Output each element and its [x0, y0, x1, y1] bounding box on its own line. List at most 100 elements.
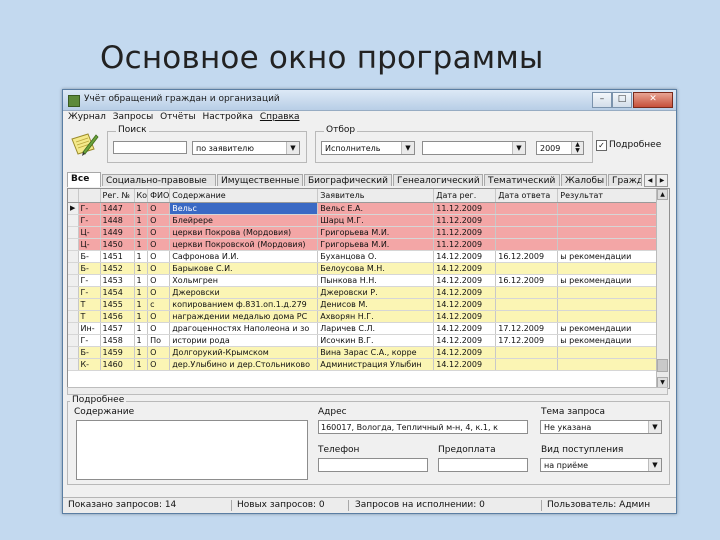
cell-answer-date[interactable]: 17.12.2009	[495, 334, 559, 347]
cell-type[interactable]: К-	[78, 358, 101, 371]
table-row[interactable]: Г- 1458 1 По истории рода Исочкин В.Г. 14.12.2…	[68, 334, 659, 347]
cell-type[interactable]: Ц-	[78, 226, 101, 239]
cell-applicant[interactable]: Денисов М.	[317, 298, 435, 311]
detail-checkbox[interactable]: ✓	[596, 140, 607, 151]
cell-regnum[interactable]: 1456	[100, 310, 135, 323]
cell-fio[interactable]: О	[147, 358, 171, 371]
phone-field[interactable]	[318, 458, 428, 472]
cell-type[interactable]: Т	[78, 298, 101, 311]
cell-fio[interactable]: О	[147, 262, 171, 275]
cell-applicant[interactable]: Вельс Е.А.	[317, 202, 435, 215]
cell-reg-date[interactable]: 11.12.2009	[433, 226, 497, 239]
title-bar[interactable]: Учёт обращений граждан и организаций – □…	[63, 90, 676, 111]
cell-type[interactable]: Б-	[78, 346, 101, 359]
cell-reg-date[interactable]: 14.12.2009	[433, 286, 497, 299]
tab-complaints[interactable]: Жалобы	[561, 174, 607, 186]
cell-answer-date[interactable]	[495, 238, 559, 251]
cell-result[interactable]	[557, 298, 659, 311]
table-row[interactable]: Ин- 1457 1 Одрагоценностях Наполеона и зо Ла…	[68, 322, 659, 335]
row-indicator[interactable]	[68, 346, 79, 359]
cell-applicant[interactable]: Григорьева М.И.	[317, 226, 435, 239]
cell-regnum[interactable]: 1452	[100, 262, 135, 275]
cell-result[interactable]	[557, 310, 659, 323]
cell-applicant[interactable]: Григорьева М.И.	[317, 238, 435, 251]
cell-reg-date[interactable]: 14.12.2009	[433, 358, 497, 371]
cell-fio[interactable]: О	[147, 346, 171, 359]
row-indicator[interactable]	[68, 358, 79, 371]
menu-reports[interactable]: Отчёты	[156, 111, 196, 122]
cell-answer-date[interactable]: 16.12.2009	[495, 274, 559, 287]
cell-reg-date[interactable]: 11.12.2009	[433, 238, 497, 251]
table-row[interactable]: Г- 1454 1 О Джеровски Джеровски Р. 14.12.2009	[68, 286, 659, 299]
cell-answer-date[interactable]	[495, 286, 559, 299]
cell-result[interactable]	[557, 262, 659, 275]
menu-help[interactable]: Справка	[256, 111, 300, 122]
row-indicator[interactable]	[68, 286, 79, 299]
cell-type[interactable]: Г-	[78, 334, 101, 347]
topic-select[interactable]: Не указана ▼	[540, 420, 662, 434]
cell-applicant[interactable]: Буханцова О.	[317, 250, 435, 263]
cell-count[interactable]: 1	[134, 358, 149, 371]
menu-settings[interactable]: Настройка	[199, 111, 254, 122]
cell-regnum[interactable]: 1458	[100, 334, 135, 347]
table-row[interactable]: Б- 1459 1 О Долгорукий-Крымском Вина Зарас С.…	[68, 346, 659, 359]
tab-all[interactable]: Все	[67, 172, 101, 187]
table-row[interactable]: Б- 1451 1 О Сафронова И.И. Буханцова О. 14.12.…	[68, 250, 659, 263]
cell-count[interactable]: 1	[134, 214, 149, 227]
row-indicator[interactable]	[68, 334, 79, 347]
cell-content[interactable]: Вельс	[169, 202, 319, 215]
cell-result[interactable]	[557, 286, 659, 299]
cell-count[interactable]: 1	[134, 322, 149, 335]
cell-applicant[interactable]: Джеровски Р.	[317, 286, 435, 299]
cell-reg-date[interactable]: 14.12.2009	[433, 322, 497, 335]
cell-regnum[interactable]: 1457	[100, 322, 135, 335]
filter-value-select[interactable]: ▼	[422, 141, 526, 155]
cell-type[interactable]: Б-	[78, 262, 101, 275]
cell-count[interactable]: 1	[134, 346, 149, 359]
receipt-select[interactable]: на приёме ▼	[540, 458, 662, 472]
notepad-pencil-icon[interactable]	[69, 130, 99, 158]
close-button[interactable]: ✕	[633, 92, 673, 108]
cell-applicant[interactable]: Исочкин В.Г.	[317, 334, 435, 347]
cell-content[interactable]: награждении медалью дома РС	[169, 310, 319, 323]
row-indicator[interactable]	[68, 310, 79, 323]
cell-regnum[interactable]: 1459	[100, 346, 135, 359]
cell-fio[interactable]: О	[147, 238, 171, 251]
cell-answer-date[interactable]: 16.12.2009	[495, 250, 559, 263]
cell-regnum[interactable]: 1449	[100, 226, 135, 239]
cell-regnum[interactable]: 1451	[100, 250, 135, 263]
cell-applicant[interactable]: Белоусова М.Н.	[317, 262, 435, 275]
column-header-reg-date[interactable]: Дата рег.	[433, 189, 497, 203]
cell-content[interactable]: Долгорукий-Крымском	[169, 346, 319, 359]
column-header-count[interactable]: Ко	[134, 189, 149, 203]
tab-citizens[interactable]: Граждане	[608, 174, 642, 186]
cell-regnum[interactable]: 1448	[100, 214, 135, 227]
cell-fio[interactable]: По	[147, 334, 171, 347]
cell-fio[interactable]: О	[147, 286, 171, 299]
cell-count[interactable]: 1	[134, 226, 149, 239]
prepay-field[interactable]	[438, 458, 528, 472]
cell-regnum[interactable]: 1455	[100, 298, 135, 311]
menu-requests[interactable]: Запросы	[109, 111, 153, 122]
cell-result[interactable]	[557, 214, 659, 227]
cell-answer-date[interactable]	[495, 310, 559, 323]
cell-reg-date[interactable]: 14.12.2009	[433, 274, 497, 287]
cell-content[interactable]: драгоценностях Наполеона и зо	[169, 322, 319, 335]
cell-answer-date[interactable]	[495, 226, 559, 239]
cell-regnum[interactable]: 1454	[100, 286, 135, 299]
column-header-content[interactable]: Содержание	[169, 189, 319, 203]
cell-result[interactable]: ы рекомендации	[557, 334, 659, 347]
cell-answer-date[interactable]	[495, 346, 559, 359]
column-header-answer-date[interactable]: Дата ответа	[495, 189, 559, 203]
cell-fio[interactable]: О	[147, 322, 171, 335]
cell-content[interactable]: истории рода	[169, 334, 319, 347]
cell-fio[interactable]: О	[147, 250, 171, 263]
cell-result[interactable]: ы рекомендации	[557, 322, 659, 335]
column-header-applicant[interactable]: Заявитель	[317, 189, 435, 203]
tab-social-legal[interactable]: Социально-правовые	[102, 174, 216, 186]
cell-reg-date[interactable]: 14.12.2009	[433, 334, 497, 347]
tab-biographical[interactable]: Биографический	[304, 174, 392, 186]
cell-content[interactable]: церкви Покрова (Мордовия)	[169, 226, 319, 239]
table-row[interactable]: Г- 1448 1 О Блейрере Шарц М.Г. 11.12.2009	[68, 214, 659, 227]
table-row[interactable]: Б- 1452 1 О Барыкове С.И. Белоусова М.Н. 14.12…	[68, 262, 659, 275]
